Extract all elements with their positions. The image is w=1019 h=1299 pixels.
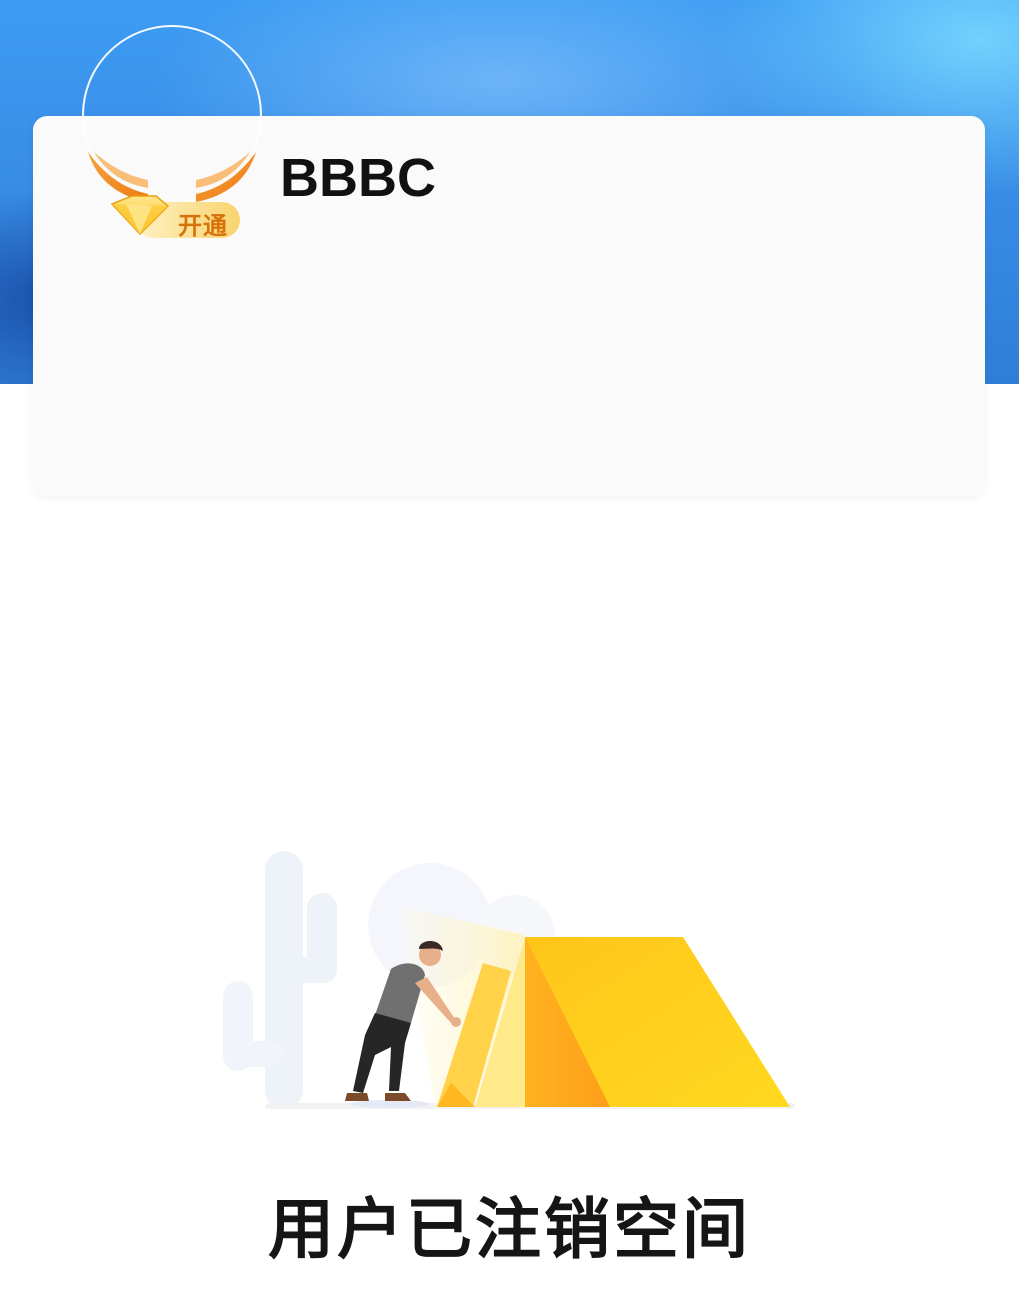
vip-badge-label: 开通: [178, 212, 228, 240]
vip-wings-icon: [88, 152, 256, 238]
vip-open-badge[interactable]: 开通: [86, 150, 258, 244]
username: BBBC: [280, 148, 436, 208]
tent-camping-illustration: [215, 845, 805, 1115]
empty-state-message: 用户已注销空间: [268, 1191, 751, 1268]
